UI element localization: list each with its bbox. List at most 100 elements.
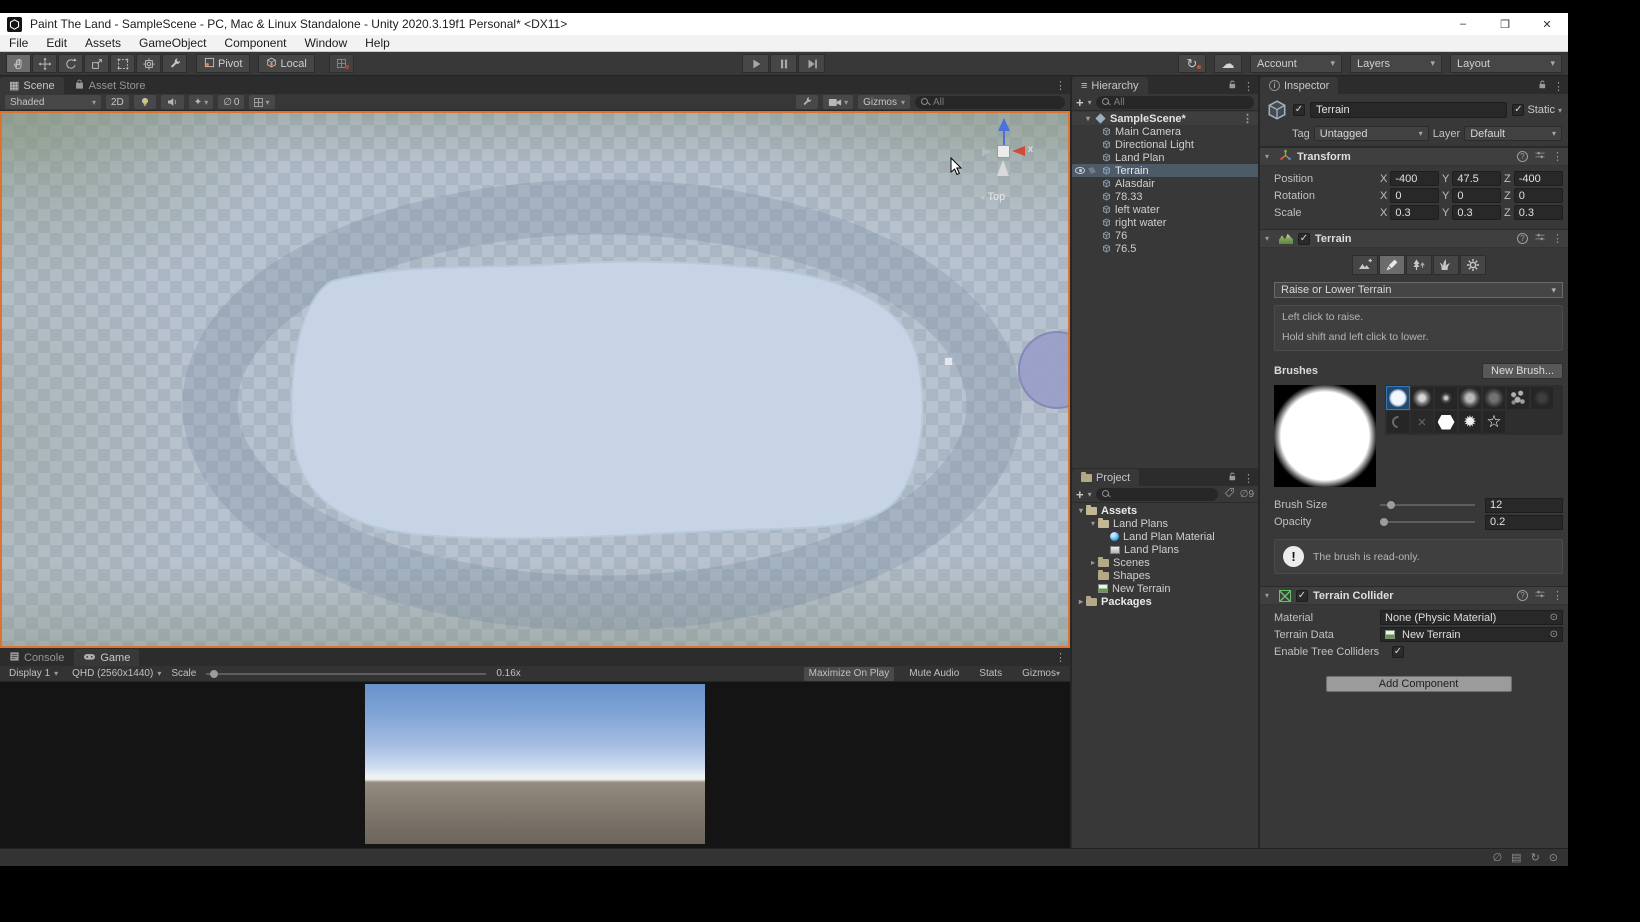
help-icon[interactable]: ? (1517, 590, 1528, 601)
tab-game[interactable]: Game (74, 649, 139, 666)
component-enabled-checkbox[interactable]: ✓ (1298, 233, 1310, 245)
terrain-settings-tool-button[interactable] (1460, 255, 1486, 275)
scale-z-field[interactable]: 0.3 (1514, 205, 1563, 220)
project-item-assets[interactable]: ▾Assets (1072, 504, 1258, 517)
kebab-icon[interactable]: ⋮ (1055, 651, 1066, 664)
menu-assets[interactable]: Assets (76, 36, 130, 50)
brush-faint-blob[interactable] (1483, 387, 1505, 409)
account-dropdown[interactable]: Account▾ (1250, 54, 1342, 73)
hidden-packages-toggle[interactable]: ∅9 (1240, 489, 1254, 500)
stats-toggle[interactable]: Stats (974, 667, 1007, 681)
foldout-icon[interactable]: ▸ (1088, 558, 1098, 567)
object-picker-icon[interactable]: ⊙ (1550, 612, 1558, 623)
hierarchy-item-76[interactable]: 76 (1072, 229, 1258, 242)
grid-snap-button[interactable] (329, 54, 354, 73)
collab-button[interactable]: ↻ (1178, 54, 1206, 73)
gizmos-dropdown[interactable]: Gizmos▾ (858, 95, 910, 109)
transform-header[interactable]: ▾ Transform ? ⋮ (1260, 147, 1568, 166)
static-checkbox[interactable]: ✓ (1512, 104, 1524, 116)
static-toggle[interactable]: ✓ Static ▾ (1512, 104, 1562, 116)
brush-faint-speckle[interactable] (1531, 387, 1553, 409)
opacity-value[interactable]: 0.2 (1485, 515, 1563, 530)
splitter[interactable] (1070, 76, 1072, 848)
cloud-button[interactable]: ☁ (1214, 54, 1242, 73)
game-gizmos-dropdown[interactable]: Gizmos▾ (1017, 667, 1065, 681)
kebab-icon[interactable]: ⋮ (1552, 150, 1563, 163)
kebab-icon[interactable]: ⋮ (1552, 232, 1563, 245)
project-item-new-terrain[interactable]: New Terrain (1072, 582, 1258, 595)
orientation-label[interactable]: ◂Top (980, 191, 1005, 203)
presets-icon[interactable] (1534, 231, 1546, 246)
scale-slider[interactable] (206, 673, 486, 675)
brush-crescent[interactable] (1387, 411, 1409, 433)
add-component-button[interactable]: Add Component (1326, 676, 1512, 692)
splitter[interactable] (1258, 76, 1260, 848)
scene-search-input[interactable]: All (915, 96, 1065, 109)
project-item-land-plans[interactable]: ▾Land Plans (1072, 517, 1258, 530)
brush-soft-blob[interactable] (1459, 387, 1481, 409)
hidden-objects-toggle[interactable]: ∅0 (218, 95, 244, 109)
2d-toggle[interactable]: 2D (106, 95, 129, 109)
opacity-slider[interactable] (1380, 521, 1475, 523)
object-picker-icon[interactable]: ⊙ (1550, 629, 1558, 640)
brush-hexagon[interactable] (1435, 411, 1457, 433)
paint-terrain-tool-button[interactable] (1379, 255, 1405, 275)
menu-edit[interactable]: Edit (37, 36, 76, 50)
audio-toggle[interactable] (161, 95, 184, 109)
hierarchy-item-alasdair[interactable]: Alasdair (1072, 177, 1258, 190)
foldout-icon[interactable]: ▸ (1076, 597, 1086, 606)
hierarchy-item-directional-light[interactable]: Directional Light (1072, 138, 1258, 151)
pause-button[interactable] (770, 54, 797, 73)
brush-starburst[interactable]: ✹ (1459, 411, 1481, 433)
project-item-scenes[interactable]: ▸Scenes (1072, 556, 1258, 569)
layout-dropdown[interactable]: Layout▾ (1450, 54, 1562, 73)
hierarchy-search-input[interactable]: All (1096, 96, 1254, 109)
menu-help[interactable]: Help (356, 36, 399, 50)
rect-tool-button[interactable] (110, 54, 135, 73)
lighting-toggle[interactable] (134, 95, 156, 109)
local-toggle[interactable]: Local (258, 54, 314, 73)
scale-y-field[interactable]: 0.3 (1452, 205, 1501, 220)
activity-status-icon[interactable]: ⊙ (1549, 851, 1558, 864)
custom-tools-button[interactable] (162, 54, 187, 73)
brush-scatter-dots[interactable] (1507, 387, 1529, 409)
scale-slider-thumb[interactable] (210, 670, 218, 678)
scene-orientation-gizmo[interactable]: x ◂Top (970, 117, 1042, 213)
position-x-field[interactable]: -400 (1390, 171, 1439, 186)
project-item-shapes[interactable]: Shapes (1072, 569, 1258, 582)
create-neighbor-terrains-tool-button[interactable] (1352, 255, 1378, 275)
lock-icon[interactable] (1537, 79, 1547, 93)
tab-project[interactable]: Project (1072, 469, 1139, 486)
restore-button[interactable]: ❐ (1484, 13, 1526, 35)
move-tool-button[interactable] (32, 54, 57, 73)
create-object-button[interactable]: + (1076, 96, 1084, 109)
brush-star-outline[interactable]: ☆ (1483, 411, 1505, 433)
hierarchy-item-right-water[interactable]: right water (1072, 216, 1258, 229)
kebab-icon[interactable]: ⋮ (1243, 80, 1254, 93)
play-button[interactable] (742, 54, 769, 73)
menu-file[interactable]: File (0, 36, 37, 50)
foldout-icon[interactable]: ▾ (1088, 519, 1098, 528)
gizmo-center-cube[interactable] (997, 145, 1010, 158)
layer-dropdown[interactable]: Default▾ (1464, 126, 1562, 141)
step-button[interactable] (798, 54, 825, 73)
rotation-x-field[interactable]: 0 (1390, 188, 1439, 203)
paint-trees-tool-button[interactable] (1406, 255, 1432, 275)
search-by-label-icon[interactable] (1224, 487, 1235, 501)
brush-soft-circle[interactable] (1411, 387, 1433, 409)
grid-visibility-dropdown[interactable]: ▾ (249, 95, 274, 109)
scene-debug-tools-button[interactable] (796, 95, 818, 109)
brush-solid-circle[interactable] (1387, 387, 1409, 409)
display-dropdown[interactable]: Display 1▾ (5, 667, 62, 681)
hierarchy-item-76-5[interactable]: 76.5 (1072, 242, 1258, 255)
rotation-z-field[interactable]: 0 (1514, 188, 1563, 203)
tag-dropdown[interactable]: Untagged▾ (1314, 126, 1429, 141)
tab-console[interactable]: Console (0, 649, 73, 666)
hierarchy-item-main-camera[interactable]: Main Camera (1072, 125, 1258, 138)
axis-x-cone[interactable] (1012, 146, 1025, 156)
rotate-tool-button[interactable] (58, 54, 83, 73)
lock-icon[interactable] (1227, 471, 1237, 485)
foldout-icon[interactable]: ▾ (1265, 234, 1274, 243)
scene-handle[interactable] (944, 357, 953, 366)
refresh-status-icon[interactable]: ↻ (1531, 851, 1540, 864)
